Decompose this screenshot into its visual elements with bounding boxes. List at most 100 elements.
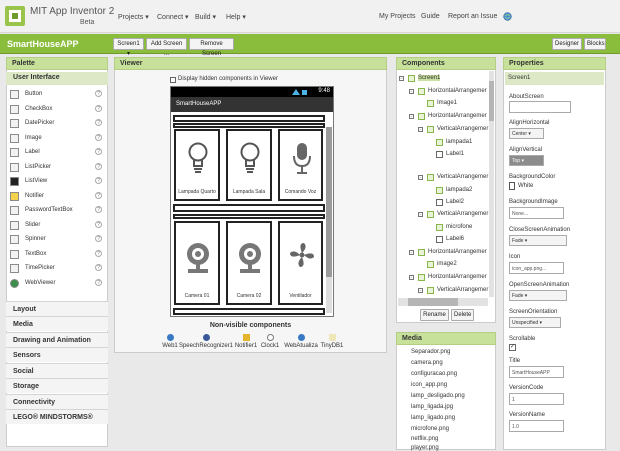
nonvisible-speechrecognizer1[interactable]: SpeechRecognizer1	[178, 334, 234, 349]
designer-button[interactable]: Designer	[552, 38, 582, 50]
category-layout[interactable]: Layout	[6, 301, 108, 316]
palette-item-listview[interactable]: ListView?	[10, 175, 104, 189]
horizontal-arrangement-1[interactable]	[173, 115, 325, 122]
tree-toggle[interactable]: −	[418, 288, 423, 293]
help-icon[interactable]: ?	[95, 206, 102, 213]
components-hscrollbar[interactable]	[398, 298, 488, 306]
lampada-sala-card[interactable]: Lampada Sala	[226, 129, 272, 201]
media-file[interactable]: configuracao.png	[411, 371, 457, 377]
version-code-input[interactable]: 1	[509, 393, 564, 405]
help-icon[interactable]: ?	[95, 250, 102, 257]
tree-toggle[interactable]: −	[418, 127, 423, 132]
phone-scrollbar[interactable]	[326, 127, 332, 313]
help-icon[interactable]: ?	[95, 192, 102, 199]
menu-connect[interactable]: Connect ▾	[157, 13, 189, 21]
rename-button[interactable]: Rename	[420, 309, 449, 321]
menu-guide[interactable]: Guide	[421, 13, 440, 20]
screen-select-dropdown[interactable]: Screen1 ▾	[113, 38, 144, 57]
help-icon[interactable]: ?	[95, 119, 102, 126]
menu-report-issue[interactable]: Report an Issue	[448, 13, 497, 20]
help-icon[interactable]: ?	[95, 90, 102, 97]
scroll-thumb[interactable]	[489, 81, 494, 121]
palette-item-label[interactable]: Label?	[10, 146, 104, 160]
separator-image[interactable]	[173, 123, 325, 128]
media-file[interactable]: lamp_ligada.jpg	[411, 404, 453, 410]
help-icon[interactable]: ?	[95, 279, 102, 286]
palette-item-timepicker[interactable]: TimePicker?	[10, 262, 104, 276]
close-screen-animation-select[interactable]: Fade ▾	[509, 235, 567, 246]
palette-item-notifier[interactable]: Notifier?	[10, 190, 104, 204]
category-media[interactable]: Media	[6, 316, 108, 331]
delete-button[interactable]: Delete	[451, 309, 474, 321]
horizontal-arrangement-2[interactable]	[173, 204, 325, 212]
ventilador-card[interactable]: Ventilador	[278, 221, 323, 305]
help-icon[interactable]: ?	[95, 221, 102, 228]
category-connectivity[interactable]: Connectivity	[6, 394, 108, 409]
tree-toggle[interactable]: −	[409, 89, 414, 94]
scrollable-checkbox[interactable]: ✓	[509, 344, 516, 351]
media-file[interactable]: Separador.png	[411, 349, 450, 355]
scroll-thumb[interactable]	[408, 298, 458, 306]
tree-toggle[interactable]: −	[409, 250, 414, 255]
components-scrollbar[interactable]	[489, 71, 494, 297]
camera-02-card[interactable]: Camera 02	[226, 221, 272, 305]
help-icon[interactable]: ?	[95, 163, 102, 170]
horizontal-arrangement-3[interactable]	[173, 308, 325, 315]
media-file[interactable]: lamp_ligado.png	[411, 415, 455, 421]
palette-item-button[interactable]: Button?	[10, 88, 104, 102]
media-file[interactable]: microfone.png	[411, 426, 449, 432]
help-icon[interactable]: ?	[95, 105, 102, 112]
palette-item-webviewer[interactable]: WebViewer?	[10, 277, 104, 291]
screen-orientation-select[interactable]: Unspecified ▾	[509, 317, 561, 328]
palette-item-spinner[interactable]: Spinner?	[10, 233, 104, 247]
comando-voz-card[interactable]: Comando Voz	[278, 129, 323, 201]
add-screen-button[interactable]: Add Screen ...	[146, 38, 187, 57]
open-screen-animation-select[interactable]: Fade ▾	[509, 290, 567, 301]
scroll-thumb[interactable]	[326, 127, 332, 277]
palette-item-image[interactable]: Image?	[10, 132, 104, 146]
version-name-input[interactable]: 1.0	[509, 420, 564, 432]
tree-toggle[interactable]: −	[399, 76, 404, 81]
menu-projects[interactable]: Projects ▾	[118, 13, 149, 21]
media-file[interactable]: netflix.png	[411, 436, 438, 442]
tree-toggle[interactable]: −	[409, 114, 414, 119]
nonvisible-tinydb1[interactable]: TinyDB1	[319, 334, 345, 349]
category-sensors[interactable]: Sensors	[6, 347, 108, 362]
icon-input[interactable]: icon_app.png...	[509, 262, 564, 274]
color-swatch[interactable]	[509, 182, 515, 190]
nonvisible-notifier1[interactable]: Notifier1	[233, 334, 259, 349]
category-lego-mindstorms[interactable]: LEGO® MINDSTORMS®	[6, 409, 108, 424]
media-file[interactable]: icon_app.png	[411, 382, 447, 388]
about-screen-input[interactable]	[509, 101, 571, 113]
display-hidden-checkbox[interactable]	[170, 77, 176, 83]
title-input[interactable]: SmartHouseAPP	[509, 366, 564, 378]
blocks-button[interactable]: Blocks	[584, 38, 606, 50]
help-icon[interactable]: ?	[95, 235, 102, 242]
align-vertical-select[interactable]: Top ▾	[509, 155, 544, 166]
help-icon[interactable]: ?	[95, 264, 102, 271]
palette-item-textbox[interactable]: TextBox?	[10, 248, 104, 262]
menu-help[interactable]: Help ▾	[226, 13, 246, 21]
palette-item-passwordtextbox[interactable]: PasswordTextBox?	[10, 204, 104, 218]
globe-icon[interactable]	[503, 12, 512, 21]
media-file[interactable]: lamp_desligado.png	[411, 393, 465, 399]
align-horizontal-select[interactable]: Center ▾	[509, 128, 544, 139]
category-storage[interactable]: Storage	[6, 378, 108, 393]
camera-01-card[interactable]: Camera 01	[174, 221, 220, 305]
nonvisible-clock1[interactable]: Clock1	[259, 334, 281, 349]
remove-screen-button[interactable]: Remove Screen	[189, 38, 234, 57]
help-icon[interactable]: ?	[95, 148, 102, 155]
menu-my-projects[interactable]: My Projects	[379, 13, 416, 20]
palette-section-user-interface[interactable]: User Interface	[6, 72, 108, 85]
app-inventor-logo-icon[interactable]	[4, 4, 26, 28]
category-drawing-animation[interactable]: Drawing and Animation	[6, 332, 108, 347]
background-color-value[interactable]: White	[518, 183, 533, 189]
tree-toggle[interactable]: −	[409, 275, 414, 280]
tree-toggle[interactable]: −	[418, 175, 423, 180]
palette-item-checkbox[interactable]: CheckBox?	[10, 103, 104, 117]
media-file[interactable]: player.png	[411, 445, 439, 451]
separator-image-2[interactable]	[173, 214, 325, 219]
help-icon[interactable]: ?	[95, 177, 102, 184]
media-file[interactable]: camera.png	[411, 360, 443, 366]
lampada-quarto-card[interactable]: Lampada Quarto	[174, 129, 220, 201]
